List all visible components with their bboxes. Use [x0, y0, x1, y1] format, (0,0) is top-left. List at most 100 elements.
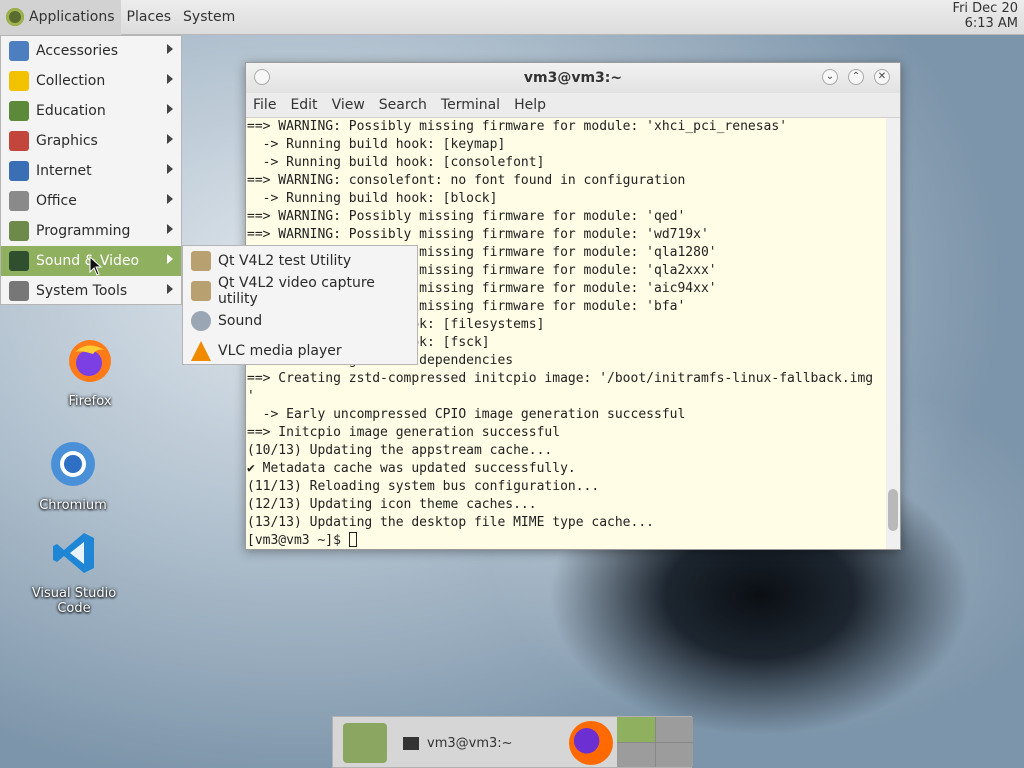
terminal-cursor: [348, 532, 357, 547]
desktop-icon-chromium[interactable]: Chromium: [33, 440, 113, 513]
workspace-4[interactable]: [655, 742, 693, 767]
globe-icon: [9, 161, 29, 181]
terminal-icon: [403, 736, 419, 750]
submenu-arrow-icon: [167, 284, 173, 294]
workspace-switcher[interactable]: [617, 717, 693, 767]
submenu-arrow-icon: [167, 224, 173, 234]
menu-item-system-tools[interactable]: System Tools: [1, 276, 181, 306]
maximize-icon[interactable]: ⌃: [848, 69, 864, 85]
workspace-3[interactable]: [617, 742, 655, 767]
submenu-item[interactable]: Qt V4L2 video capture utility: [183, 275, 417, 307]
menu-terminal[interactable]: Terminal: [434, 97, 507, 113]
education-icon: [9, 101, 29, 121]
menu-file[interactable]: File: [246, 97, 283, 113]
terminal-scrollbar[interactable]: [886, 118, 900, 549]
submenu-arrow-icon: [167, 164, 173, 174]
menu-edit[interactable]: Edit: [283, 97, 324, 113]
workspace-1[interactable]: [617, 717, 655, 742]
menu-item-label: Programming: [36, 223, 131, 239]
terminal-line: ==> Creating zstd-compressed initcpio im…: [247, 371, 874, 386]
clock-date: Fri Dec 20: [952, 1, 1018, 16]
firefox-icon: [69, 340, 111, 382]
bottom-panel: vm3@vm3:~: [332, 716, 693, 768]
terminal-prompt: [vm3@vm3 ~]$: [247, 533, 349, 548]
submenu-arrow-icon: [167, 104, 173, 114]
system-menu[interactable]: System: [177, 0, 241, 35]
mate-logo-icon: [6, 8, 24, 26]
clock-time: 6:13 AM: [964, 16, 1018, 31]
submenu-arrow-icon: [167, 194, 173, 204]
submenu-item-label: VLC media player: [218, 343, 342, 359]
menu-item-office[interactable]: Office: [1, 186, 181, 216]
file-manager-icon[interactable]: [343, 723, 387, 763]
menu-view[interactable]: View: [325, 97, 372, 113]
terminal-line: ==> WARNING: consolefont: no font found …: [247, 173, 686, 188]
taskbar-window-button[interactable]: vm3@vm3:~: [397, 723, 547, 763]
qt-v4l2-icon: [191, 251, 211, 271]
firefox-launcher-icon[interactable]: [569, 721, 613, 765]
submenu-item[interactable]: Sound: [183, 306, 417, 336]
terminal-prompt-line[interactable]: [vm3@vm3 ~]$: [247, 532, 886, 549]
terminal-line: (13/13) Updating the desktop file MIME t…: [247, 515, 654, 530]
menu-item-label: Accessories: [36, 43, 119, 59]
graphics-icon: [9, 131, 29, 151]
terminal-menubar: File Edit View Search Terminal Help: [246, 93, 900, 118]
terminal-line: ==> WARNING: Possibly missing firmware f…: [247, 227, 709, 242]
terminal-titlebar[interactable]: vm3@vm3:~ ⌄ ⌃ ✕: [246, 63, 900, 93]
minimize-icon[interactable]: ⌄: [822, 69, 838, 85]
menu-item-collection[interactable]: Collection: [1, 66, 181, 96]
clock[interactable]: Fri Dec 20 6:13 AM: [953, 1, 1018, 31]
workspace-2[interactable]: [655, 717, 693, 742]
chromium-icon: [51, 442, 95, 486]
menu-item-label: Internet: [36, 163, 92, 179]
vscode-icon: [53, 533, 94, 573]
top-panel: Applications Places System Fri Dec 20 6:…: [0, 0, 1024, 35]
desktop-icon-vscode[interactable]: Visual Studio Code: [14, 530, 134, 616]
menu-item-education[interactable]: Education: [1, 96, 181, 126]
menu-item-internet[interactable]: Internet: [1, 156, 181, 186]
terminal-line: ==> Initcpio image generation successful: [247, 425, 561, 440]
menu-item-label: Graphics: [36, 133, 98, 149]
terminal-line: (10/13) Updating the appstream cache...: [247, 443, 553, 458]
submenu-arrow-icon: [167, 44, 173, 54]
terminal-title: vm3@vm3:~: [523, 70, 623, 86]
vlc-icon: [191, 341, 211, 361]
terminal-line: -> Running build hook: [consolefont]: [247, 155, 545, 170]
terminal-line: (12/13) Updating icon theme caches...: [247, 497, 537, 512]
submenu-item[interactable]: Qt V4L2 test Utility: [183, 246, 417, 276]
terminal-line: (11/13) Reloading system bus configurati…: [247, 479, 600, 494]
sound-icon: [191, 311, 211, 331]
submenu-arrow-icon: [167, 134, 173, 144]
terminal-line: ': [247, 389, 255, 404]
sound-video-submenu: Qt V4L2 test Utility Qt V4L2 video captur…: [182, 245, 418, 365]
submenu-item-label: Qt V4L2 test Utility: [218, 253, 352, 269]
submenu-item-label: Sound: [218, 313, 263, 329]
terminal-line: -> Running build hook: [keymap]: [247, 137, 506, 152]
submenu-item[interactable]: VLC media player: [183, 336, 417, 366]
applications-menu-label: Applications: [29, 8, 115, 25]
office-icon: [9, 191, 29, 211]
menu-help[interactable]: Help: [507, 97, 553, 113]
menu-item-graphics[interactable]: Graphics: [1, 126, 181, 156]
menu-item-label: Office: [36, 193, 77, 209]
scrollbar-thumb[interactable]: [888, 489, 898, 531]
terminal-line: -> Running build hook: [block]: [247, 191, 498, 206]
qt-v4l2-capture-icon: [191, 281, 211, 301]
menu-item-programming[interactable]: Programming: [1, 216, 181, 246]
menu-item-accessories[interactable]: Accessories: [1, 36, 181, 66]
menu-item-label: Education: [36, 103, 106, 119]
mouse-pointer-icon: [89, 256, 103, 276]
menu-search[interactable]: Search: [372, 97, 434, 113]
desktop-icon-firefox[interactable]: Firefox: [50, 338, 130, 409]
places-menu[interactable]: Places: [121, 0, 178, 35]
desktop-icon-label: Chromium: [39, 498, 107, 513]
programming-icon: [9, 221, 29, 241]
close-icon[interactable]: ✕: [874, 69, 890, 85]
menu-item-label: Collection: [36, 73, 106, 89]
desktop-icon-label: Visual Studio Code: [31, 586, 117, 616]
menu-item-label: Sound & Video: [36, 253, 140, 269]
window-menu-icon[interactable]: [254, 69, 270, 85]
applications-menu[interactable]: Applications: [0, 0, 121, 35]
desktop-icon-label: Firefox: [68, 394, 112, 409]
taskbar-window-label: vm3@vm3:~: [427, 735, 513, 751]
